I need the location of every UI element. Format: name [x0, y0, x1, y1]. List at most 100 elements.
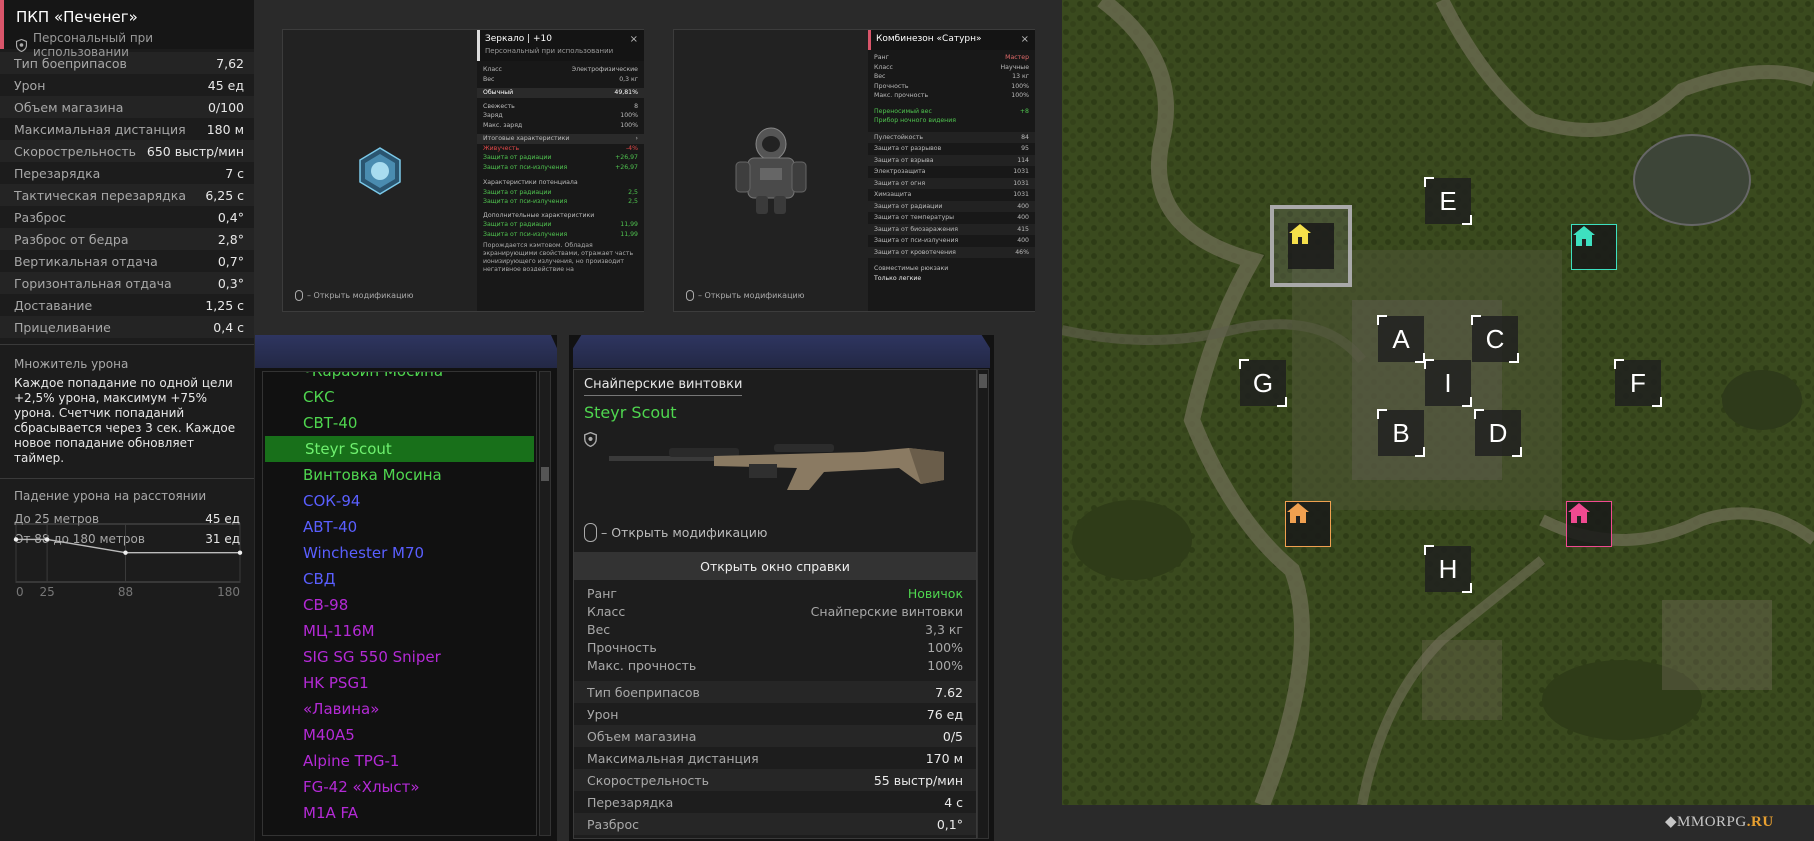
weapon-list-item[interactable]: «Лавина» [263, 696, 536, 722]
stat-row: Горизонтальная отдача 0,3° [0, 272, 254, 294]
stat-label: Защита от взрыва [874, 156, 934, 164]
close-icon[interactable]: × [1021, 34, 1029, 45]
weapon-list-item[interactable]: M1A FA [263, 800, 536, 826]
stat-row: Защита от взрыва 114 [868, 154, 1035, 166]
stat-value: 180 м [206, 121, 244, 137]
weapon-list-item[interactable]: МЦ-116М [263, 618, 536, 644]
weapon-list-item[interactable]: M40A5 [263, 722, 536, 748]
stat-value: 76 ед [926, 706, 963, 722]
stat-label: Класс [874, 63, 893, 71]
stat-label: Тип боеприпасов [587, 684, 700, 700]
compat-label: Совместимые рюкзаки [874, 265, 949, 273]
artifact-section-header: Итоговые характеристики › [477, 134, 644, 144]
list-scrollbar[interactable] [539, 371, 551, 836]
weapon-detail-panel: Снайперские винтовки Steyr Scout – Откры… [569, 335, 994, 841]
stat-label: Обычный [483, 89, 514, 97]
stat-value: 0,4 с [213, 319, 244, 335]
weapon-list-item[interactable]: Винтовка Мосина [263, 462, 536, 488]
map-marker-d[interactable]: D [1474, 409, 1522, 457]
multiplier-description: Каждое попадание по одной цели +2,5% уро… [14, 376, 236, 465]
weapon-list-item[interactable]: СКС [263, 384, 536, 410]
scrollbar-thumb[interactable] [979, 374, 987, 388]
stat-label: Прочность [874, 82, 909, 90]
weapon-list-item[interactable]: Alpine TPG-1 [263, 748, 536, 774]
open-help-button[interactable]: Открыть окно справки [574, 552, 976, 580]
weapon-list[interactable]: • Карабин Мосина СКС СВТ-40 Steyr Scout Винт… [262, 371, 537, 836]
chart-tick-label: 180 [217, 585, 240, 599]
chart-tick-label: 25 [39, 585, 54, 599]
open-mod-label: – Открыть модификацию [307, 291, 414, 300]
stat-value: 2,5 [628, 198, 638, 206]
weapon-list-item[interactable]: HK PSG1 [263, 670, 536, 696]
weapon-list-item[interactable]: Steyr Scout [265, 436, 534, 462]
stat-row: Класс Электрофизические [477, 65, 644, 75]
map-marker-a[interactable]: A [1377, 315, 1425, 363]
stat-label: Макс. прочность [874, 92, 929, 100]
map-view[interactable]: E A C G I F B D H [1062, 0, 1814, 805]
weapon-list-item[interactable]: • Карабин Мосина [263, 372, 536, 384]
map-marker-h[interactable]: H [1424, 545, 1472, 593]
weapon-list-label: СКС [303, 388, 335, 406]
stat-value: 49,81% [614, 89, 638, 97]
weapon-list-item[interactable]: СВ-98 [263, 592, 536, 618]
stat-value: 95 [1021, 145, 1029, 153]
stat-label: Вертикальная отдача [14, 253, 158, 269]
open-mod-hint[interactable]: – Открыть модификацию [584, 523, 767, 542]
damage-falloff-chart: 0 25 88 180 [13, 523, 243, 599]
weapon-list-item[interactable]: Winchester M70 [263, 540, 536, 566]
stat-row: Защита от огня 1031 [868, 177, 1035, 189]
map-marker-g[interactable]: G [1239, 359, 1287, 407]
close-icon[interactable]: × [630, 34, 638, 45]
stat-value: Новичок [907, 585, 963, 601]
stat-row: Скорострельность 55 выстр/мин [574, 769, 976, 791]
stat-label: Ранг [874, 54, 889, 62]
home-pink-icon[interactable] [1566, 501, 1612, 547]
stat-value: 100% [1011, 82, 1029, 90]
open-mod-hint[interactable]: – Открыть модификацию [686, 290, 804, 301]
map-marker-e[interactable]: E [1424, 177, 1472, 225]
map-marker-b[interactable]: B [1377, 409, 1425, 457]
stat-value: 7 с [225, 165, 244, 181]
home-teal-icon[interactable] [1571, 224, 1617, 270]
stat-value: 415 [1017, 225, 1029, 233]
weapon-list-panel: • Карабин Мосина СКС СВТ-40 Steyr Scout Винт… [255, 335, 557, 841]
artifact-section-header: Характеристики потенциала [477, 178, 644, 188]
stat-label: Горизонтальная отдача [14, 275, 172, 291]
stat-label: Тактическая перезарядка [14, 187, 187, 203]
scrollbar-thumb[interactable] [541, 467, 549, 481]
map-marker-f[interactable]: F [1614, 359, 1662, 407]
weapon-list-label: HK PSG1 [303, 674, 369, 692]
stat-label: Урон [587, 706, 619, 722]
open-mod-label: – Открыть модификацию [601, 525, 768, 540]
weapon-list-item[interactable]: СОК-94 [263, 488, 536, 514]
stat-label: Защита от пси-излучения [874, 237, 959, 245]
home-orange-icon[interactable] [1285, 501, 1331, 547]
stat-label: Пулестойкость [874, 133, 924, 141]
stat-row: Прочность 100% [868, 82, 1035, 92]
open-mod-hint[interactable]: – Открыть модификацию [295, 290, 413, 301]
stat-label: Ранг [587, 585, 617, 601]
weapon-list-item[interactable]: АВТ-40 [263, 514, 536, 540]
weapon-list-item[interactable]: СВД [263, 566, 536, 592]
weapon-list-label: СВ-98 [303, 596, 349, 614]
pkp-stats-panel: ПКП «Печенег» Персональный при использов… [0, 0, 254, 841]
stat-value: 11,99 [620, 230, 638, 238]
stat-value: 114 [1017, 156, 1029, 164]
stat-label: Защита от огня [874, 179, 926, 187]
weapon-list-item[interactable]: СВТ-40 [263, 410, 536, 436]
home-yellow-icon[interactable] [1288, 223, 1334, 269]
map-marker-c[interactable]: C [1471, 315, 1519, 363]
weapon-list-item[interactable]: FG-42 «Хлыст» [263, 774, 536, 800]
stat-value: 84 [1021, 133, 1029, 141]
stat-label: Максимальная дистанция [587, 750, 759, 766]
stat-value: 3,3 кг [925, 621, 963, 637]
stat-row: Тактическая перезарядка 6,25 с [0, 184, 254, 206]
map-marker-i[interactable]: I [1424, 359, 1472, 407]
chevron-right-icon: › [635, 135, 638, 143]
stat-row: Обычный 49,81% [477, 88, 644, 98]
detail-scrollbar[interactable] [977, 369, 989, 839]
chart-point [13, 537, 19, 542]
stat-value: 1031 [1013, 191, 1029, 199]
stat-label: Защита от температуры [874, 214, 955, 222]
weapon-list-item[interactable]: SIG SG 550 Sniper [263, 644, 536, 670]
